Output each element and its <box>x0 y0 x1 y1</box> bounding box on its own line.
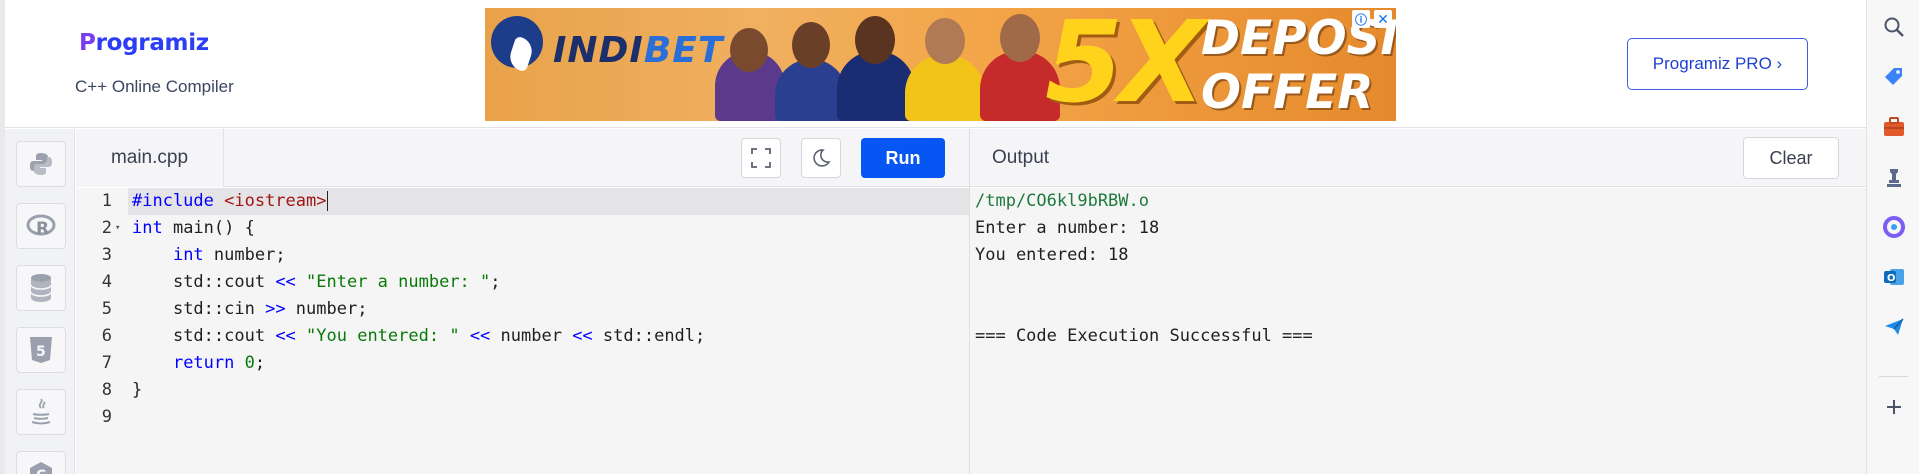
browser-sidebar: O <box>1866 0 1919 474</box>
ad-close-icon[interactable]: ✕ <box>1374 10 1392 28</box>
code-editor[interactable]: 1 2 ▾ 3 4 5 6 7 8 9 #include <iostream> … <box>76 188 969 474</box>
fullscreen-button[interactable] <box>741 138 781 178</box>
ad-headline-5x: 5X <box>1045 8 1205 121</box>
database-icon[interactable] <box>16 265 66 311</box>
ad-choices-icon[interactable]: ⓘ <box>1352 10 1370 28</box>
code-line: std::cout << "You entered: " << number <… <box>172 326 706 346</box>
output-line: Enter a number: 18 <box>975 218 1160 238</box>
code-line: return 0; <box>172 353 266 373</box>
output-console[interactable]: /tmp/CO6kl9bRBW.o Enter a number: 18 You… <box>970 188 1866 474</box>
line-number: 5 <box>101 299 112 319</box>
ad-brand-logo-icon <box>491 16 543 73</box>
logo-letter-p: P <box>79 30 96 56</box>
code-line: int main() { <box>132 218 255 238</box>
editor-toolbar: main.cpp Run <box>76 129 969 187</box>
ad-headline-line2: OFFER <box>1201 65 1374 120</box>
line-number: 9 <box>101 407 112 427</box>
moon-icon <box>813 149 831 167</box>
output-line: === Code Execution Successful === <box>975 326 1313 346</box>
sidebar-divider <box>1879 376 1908 377</box>
python-icon[interactable] <box>16 141 66 187</box>
output-line: You entered: 18 <box>975 245 1129 265</box>
advertisement-banner[interactable]: INDIBET 5X DEPOSIT OFFER ⓘ ✕ <box>485 8 1396 121</box>
line-gutter: 1 2 ▾ 3 4 5 6 7 8 9 <box>76 188 128 474</box>
language-sidebar: R 5 C <box>5 129 75 474</box>
svg-text:C: C <box>36 468 46 474</box>
line-number: 4 <box>101 272 112 292</box>
page-subtitle: C++ Online Compiler <box>75 77 234 96</box>
send-icon[interactable] <box>1867 306 1919 348</box>
line-number: 7 <box>101 353 112 373</box>
line-number: 6 <box>101 326 112 346</box>
text-cursor <box>327 191 329 211</box>
ad-brand-name: INDIBET <box>553 30 724 71</box>
svg-text:O: O <box>1887 273 1896 284</box>
clear-button[interactable]: Clear <box>1743 137 1839 179</box>
outlook-icon[interactable]: O <box>1867 256 1919 298</box>
logo-text: rogramiz <box>95 30 210 56</box>
programiz-pro-button[interactable]: Programiz PRO › <box>1627 38 1808 90</box>
r-lang-icon[interactable]: R <box>16 203 66 249</box>
programiz-compiler-app: Programiz C++ Online Compiler INDIBET 5X… <box>0 0 1866 474</box>
line-number: 1 <box>101 191 112 211</box>
dark-mode-button[interactable] <box>801 138 841 178</box>
programiz-logo[interactable]: Programiz <box>79 30 209 56</box>
c-lang-icon[interactable]: C <box>16 451 66 474</box>
tag-icon[interactable] <box>1867 56 1919 98</box>
code-line: std::cout << "Enter a number: "; <box>172 272 501 292</box>
svg-text:R: R <box>36 219 49 239</box>
add-icon[interactable] <box>1867 386 1919 428</box>
line-number: 8 <box>101 380 112 400</box>
output-line: /tmp/CO6kl9bRBW.o <box>975 191 1149 211</box>
code-line: int number; <box>172 245 286 265</box>
chess-icon[interactable] <box>1867 156 1919 198</box>
output-toolbar: Output Clear <box>970 129 1866 187</box>
expand-icon <box>751 148 771 168</box>
copilot-icon[interactable] <box>1867 206 1919 248</box>
code-line: } <box>132 380 143 400</box>
html5-icon[interactable]: 5 <box>16 327 66 373</box>
code-line: std::cin >> number; <box>172 299 368 319</box>
run-button[interactable]: Run <box>861 138 945 178</box>
fold-arrow-icon[interactable]: ▾ <box>115 215 125 242</box>
tab-main-cpp[interactable]: main.cpp <box>76 129 224 187</box>
svg-text:5: 5 <box>36 344 46 360</box>
search-icon[interactable] <box>1867 6 1919 48</box>
toolbox-icon[interactable] <box>1867 106 1919 148</box>
output-title: Output <box>992 147 1050 168</box>
line-number: 3 <box>101 245 112 265</box>
code-line: #include <iostream> <box>132 191 329 211</box>
line-number: 2 <box>101 218 112 238</box>
header: Programiz C++ Online Compiler INDIBET 5X… <box>5 0 1866 128</box>
java-icon[interactable] <box>16 389 66 435</box>
